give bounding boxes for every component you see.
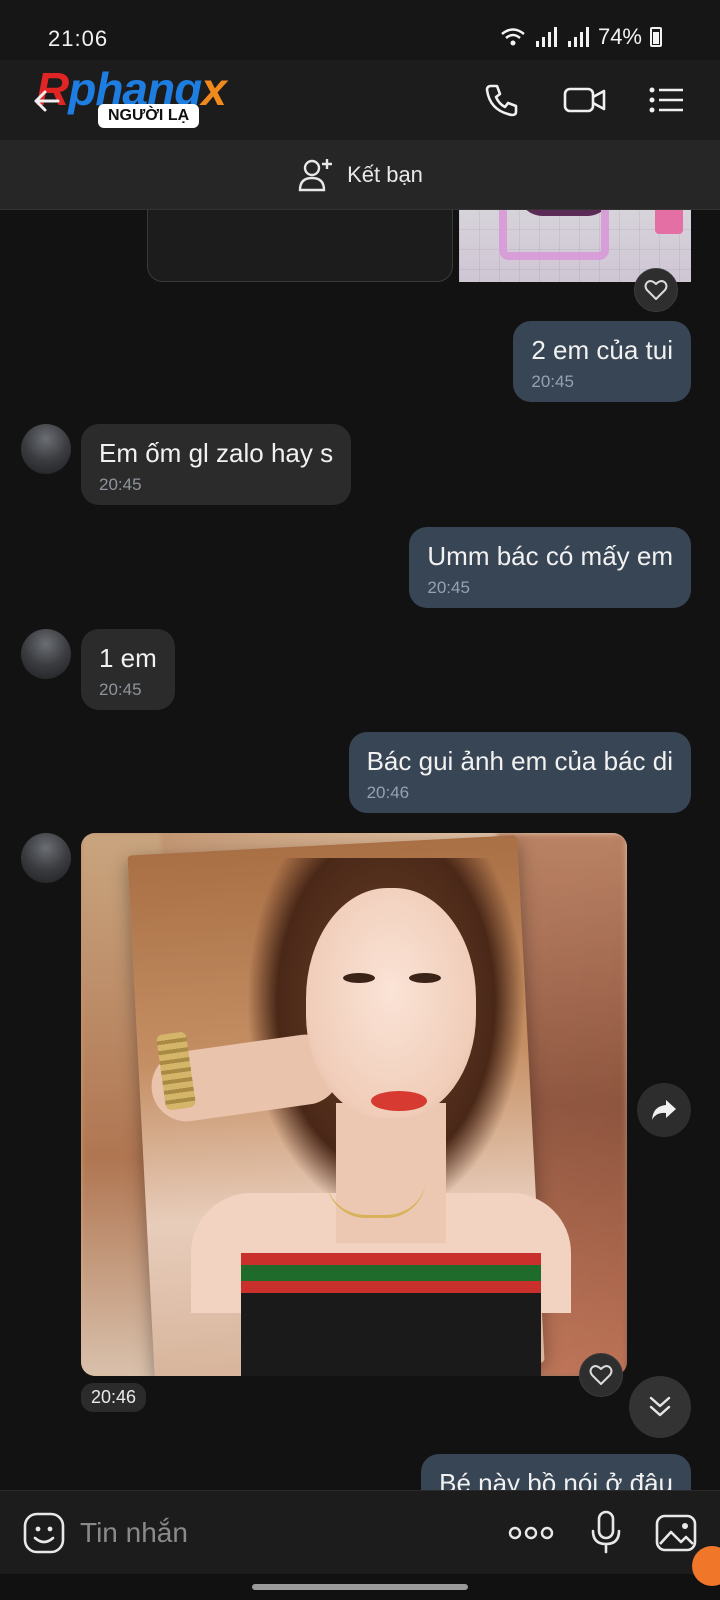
home-gesture-bar[interactable] <box>252 1584 468 1590</box>
message-time: 20:45 <box>427 578 470 597</box>
contact-avatar[interactable] <box>21 833 71 883</box>
photo-message[interactable] <box>81 833 627 1376</box>
status-bar: 21:06 74% <box>0 0 720 60</box>
message-bubble-outgoing[interactable]: Umm bác có mấy em 20:45 <box>409 527 691 608</box>
message-bubble-outgoing[interactable]: Bé này bồ nói ở đâu <box>421 1454 691 1490</box>
add-friend-button[interactable]: Kết bạn <box>0 140 720 210</box>
message-time: 20:46 <box>366 783 410 802</box>
stranger-badge: NGƯỜI LẠ <box>98 104 200 128</box>
message-input[interactable] <box>80 1509 480 1557</box>
message-bubble-outgoing[interactable]: Bác gui ảnh em của bác di 20:46 <box>348 732 691 813</box>
heart-icon <box>589 1365 613 1385</box>
status-icons: 74% <box>500 24 662 50</box>
phone-icon[interactable] <box>482 80 522 120</box>
signal-icon-2 <box>567 27 589 47</box>
message-text: 1 em <box>99 643 157 673</box>
chat-header: Rphangx NGƯỜI LẠ <box>0 60 720 140</box>
message-time: 20:45 <box>99 680 142 699</box>
message-bubble-incoming[interactable]: 1 em 20:45 <box>81 629 175 710</box>
battery-percent: 74% <box>597 24 642 49</box>
add-user-icon <box>298 158 333 191</box>
add-friend-label: Kết bạn <box>347 161 423 187</box>
message-text: Bé này bồ nói ở đâu <box>439 1468 673 1490</box>
menu-list-icon[interactable] <box>646 80 686 120</box>
more-options-icon[interactable] <box>508 1521 554 1545</box>
shared-card[interactable] <box>147 210 453 282</box>
image-gallery-icon[interactable] <box>654 1511 698 1555</box>
contact-avatar[interactable] <box>21 629 71 679</box>
contact-avatar[interactable] <box>21 424 71 474</box>
message-bubble-outgoing[interactable]: 2 em của tui 20:45 <box>513 321 691 402</box>
signal-icon <box>535 27 557 47</box>
message-time: 20:45 <box>99 475 142 494</box>
message-time: 20:45 <box>531 372 574 391</box>
chat-screen: 21:06 74% Rphangx NGƯỜI LẠ Kết bạn 2 em … <box>0 0 720 1600</box>
forward-button[interactable] <box>637 1083 691 1137</box>
message-text: Umm bác có mấy em <box>427 541 673 571</box>
wifi-icon <box>501 28 525 46</box>
back-arrow-icon[interactable] <box>30 84 64 118</box>
heart-react-button[interactable] <box>579 1353 623 1397</box>
status-time: 21:06 <box>48 26 109 51</box>
composer-bar <box>0 1490 720 1574</box>
video-call-icon[interactable] <box>562 80 608 120</box>
battery-icon <box>650 27 662 47</box>
system-nav-bar <box>0 1574 720 1600</box>
share-arrow-icon <box>652 1100 676 1120</box>
message-text: Em ốm gl zalo hay s <box>99 438 334 468</box>
message-bubble-incoming[interactable]: Em ốm gl zalo hay s 20:45 <box>81 424 352 505</box>
message-list[interactable]: 2 em của tui 20:45 Em ốm gl zalo hay s 2… <box>0 210 720 1490</box>
microphone-icon[interactable] <box>588 1509 624 1555</box>
heart-react-button[interactable] <box>634 268 678 312</box>
sticker-emoji-icon[interactable] <box>22 1511 66 1555</box>
message-text: 2 em của tui <box>531 335 673 365</box>
message-text: Bác gui ảnh em của bác di <box>366 746 673 776</box>
double-chevron-down-icon <box>649 1396 671 1417</box>
photo-time: 20:46 <box>81 1383 147 1412</box>
heart-icon <box>644 280 668 300</box>
scroll-to-bottom-button[interactable] <box>629 1376 691 1438</box>
